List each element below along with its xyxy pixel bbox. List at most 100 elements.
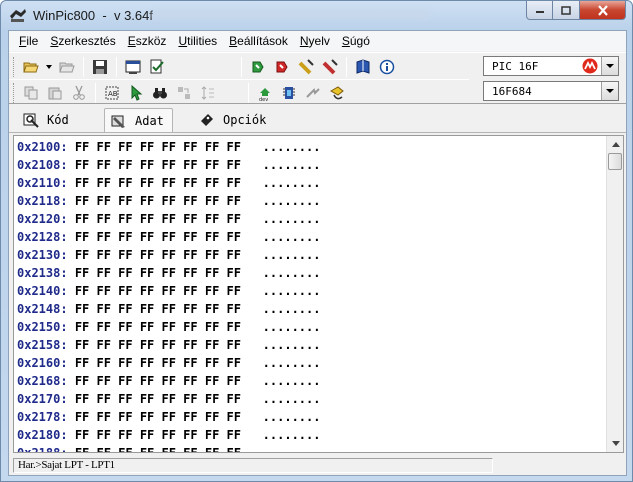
close-button[interactable]: [580, 1, 626, 20]
hex-ascii: ........: [262, 266, 321, 280]
open-folder-disabled-icon: [59, 62, 75, 72]
hex-row[interactable]: 0x2138: FF FF FF FF FF FF FF FF ........: [17, 264, 320, 282]
tab-code-label: Kód: [47, 113, 69, 127]
hex-row[interactable]: 0x2140: FF FF FF FF FF FF FF FF ........: [17, 282, 320, 300]
goto-button: [197, 82, 219, 104]
hex-row[interactable]: 0x2118: FF FF FF FF FF FF FF FF ........: [17, 192, 320, 210]
menu-edit[interactable]: Szerkesztés: [44, 31, 121, 51]
hex-row[interactable]: 0x2160: FF FF FF FF FF FF FF FF ........: [17, 354, 320, 372]
detect-device-button[interactable]: dev: [254, 82, 276, 104]
hex-row[interactable]: 0x2178: FF FF FF FF FF FF FF FF ........: [17, 408, 320, 426]
write-chip-button[interactable]: [271, 56, 293, 78]
window-icon: [125, 60, 141, 74]
hex-ascii: ........: [262, 320, 321, 334]
hex-row[interactable]: 0x2168: FF FF FF FF FF FF FF FF ........: [17, 372, 320, 390]
hex-address: 0x2168:: [17, 374, 68, 388]
hex-bytes[interactable]: FF FF FF FF FF FF FF FF: [75, 248, 241, 262]
hex-row[interactable]: 0x2120: FF FF FF FF FF FF FF FF ........: [17, 210, 320, 228]
device-family-dropdown-button[interactable]: [601, 57, 618, 75]
hex-row[interactable]: 0x2110: FF FF FF FF FF FF FF FF ........: [17, 174, 320, 192]
scroll-down-button[interactable]: [607, 435, 623, 452]
blank-check-button[interactable]: [278, 82, 300, 104]
hex-row[interactable]: 0x2170: FF FF FF FF FF FF FF FF ........: [17, 390, 320, 408]
hex-bytes[interactable]: FF FF FF FF FF FF FF FF: [75, 410, 241, 424]
hex-row[interactable]: 0x2130: FF FF FF FF FF FF FF FF ........: [17, 246, 320, 264]
menu-file[interactable]: File: [13, 31, 44, 51]
hex-row[interactable]: 0x2148: FF FF FF FF FF FF FF FF ........: [17, 300, 320, 318]
minimize-button[interactable]: [526, 1, 553, 20]
toolbar-grip[interactable]: [13, 82, 16, 103]
hex-row[interactable]: 0x2180: FF FF FF FF FF FF FF FF ........: [17, 426, 320, 444]
hex-ascii: ........: [262, 140, 321, 154]
window-button[interactable]: [122, 56, 144, 78]
open-dropdown-button[interactable]: [44, 56, 54, 78]
hex-bytes[interactable]: FF FF FF FF FF FF FF FF: [75, 338, 241, 352]
device-model-select[interactable]: 16F684: [483, 81, 619, 101]
flash-icon: [306, 87, 320, 98]
hex-bytes[interactable]: FF FF FF FF FF FF FF FF: [75, 176, 241, 190]
hex-bytes[interactable]: FF FF FF FF FF FF FF FF: [75, 446, 241, 452]
hex-row[interactable]: 0x2150: FF FF FF FF FF FF FF FF ........: [17, 318, 320, 336]
hex-ascii: ........: [262, 374, 321, 388]
hex-row[interactable]: 0x2128: FF FF FF FF FF FF FF FF ........: [17, 228, 320, 246]
svg-text:AB: AB: [108, 90, 118, 98]
verify-chip-button[interactable]: [295, 56, 317, 78]
hex-row[interactable]: 0x2108: FF FF FF FF FF FF FF FF ........: [17, 156, 320, 174]
device-model-dropdown-button[interactable]: [601, 82, 618, 100]
hex-row[interactable]: 0x2100: FF FF FF FF FF FF FF FF ........: [17, 138, 320, 156]
hex-bytes[interactable]: FF FF FF FF FF FF FF FF: [75, 284, 241, 298]
hex-bytes[interactable]: FF FF FF FF FF FF FF FF: [75, 428, 241, 442]
vertical-scrollbar[interactable]: [606, 136, 623, 452]
hex-bytes[interactable]: FF FF FF FF FF FF FF FF: [75, 212, 241, 226]
hex-row[interactable]: 0x2188: FF FF FF FF FF FF FF FF ........: [17, 444, 320, 453]
menu-settings[interactable]: Beállítások: [223, 31, 294, 51]
toolbar-separator: [241, 56, 242, 77]
toolbar-grip[interactable]: [13, 56, 16, 77]
device-detect-icon: dev: [259, 87, 270, 101]
window-title: WinPic800 - v 3.64f: [33, 8, 153, 23]
menu-device[interactable]: Eszköz: [122, 31, 173, 51]
menu-help[interactable]: Súgó: [336, 31, 376, 51]
title-bar[interactable]: WinPic800 - v 3.64f: [1, 1, 632, 30]
select-all-button[interactable]: AB: [101, 82, 123, 104]
menu-utilities[interactable]: Utilities: [172, 31, 223, 51]
hex-bytes[interactable]: FF FF FF FF FF FF FF FF: [75, 302, 241, 316]
hex-row[interactable]: 0x2158: FF FF FF FF FF FF FF FF ........: [17, 336, 320, 354]
hex-bytes[interactable]: FF FF FF FF FF FF FF FF: [75, 194, 241, 208]
scroll-thumb[interactable]: [608, 153, 622, 170]
hex-bytes[interactable]: FF FF FF FF FF FF FF FF: [75, 392, 241, 406]
hex-address: 0x2188:: [17, 446, 68, 453]
check-document-button[interactable]: [146, 56, 168, 78]
info-button[interactable]: [376, 56, 398, 78]
hex-bytes[interactable]: FF FF FF FF FF FF FF FF: [75, 266, 241, 280]
cursor-icon: [131, 84, 143, 101]
hex-bytes[interactable]: FF FF FF FF FF FF FF FF: [75, 356, 241, 370]
minimize-icon: [535, 11, 544, 13]
read-chip-button[interactable]: [247, 56, 269, 78]
tab-bar: Kód Adat Opciók: [9, 105, 626, 133]
program-hand-button[interactable]: [326, 82, 348, 104]
hex-bytes[interactable]: FF FF FF FF FF FF FF FF: [75, 230, 241, 244]
open-button[interactable]: [20, 56, 42, 78]
cursor-button[interactable]: [125, 82, 147, 104]
tab-data[interactable]: Adat: [104, 108, 173, 132]
device-family-select[interactable]: PIC 16F: [483, 56, 619, 76]
scroll-down-icon: [611, 441, 620, 446]
scroll-up-button[interactable]: [607, 136, 623, 153]
hex-bytes[interactable]: FF FF FF FF FF FF FF FF: [75, 374, 241, 388]
maximize-button[interactable]: [553, 1, 580, 20]
tab-options[interactable]: Opciók: [199, 108, 266, 132]
save-button[interactable]: [89, 56, 111, 78]
hex-editor[interactable]: 0x2100: FF FF FF FF FF FF FF FF ........…: [13, 135, 624, 453]
help-book-button[interactable]: [352, 56, 374, 78]
info-icon: [379, 59, 395, 74]
erase-chip-button[interactable]: [319, 56, 341, 78]
menu-language[interactable]: Nyelv: [294, 31, 336, 51]
tab-code[interactable]: Kód: [23, 108, 69, 132]
hex-bytes[interactable]: FF FF FF FF FF FF FF FF: [75, 320, 241, 334]
hex-bytes[interactable]: FF FF FF FF FF FF FF FF: [75, 140, 241, 154]
find-button[interactable]: [149, 82, 171, 104]
hex-bytes[interactable]: FF FF FF FF FF FF FF FF: [75, 158, 241, 172]
hex-lines: 0x2100: FF FF FF FF FF FF FF FF ........…: [17, 138, 320, 453]
toolbar-separator: [248, 82, 249, 103]
